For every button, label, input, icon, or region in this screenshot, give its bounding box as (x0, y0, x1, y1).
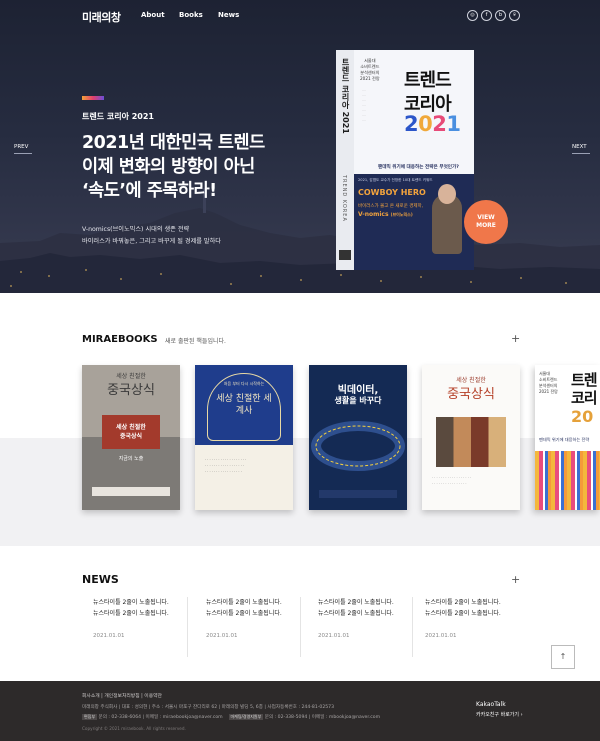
book-cowboy: COWBOY HERO (358, 188, 426, 197)
book-year: 2021 (404, 112, 461, 136)
book-sub-text: 지금의 노출 (118, 456, 144, 462)
footer-links[interactable]: 회사소개 | 개인정보처리방침 | 이용약관 (82, 692, 162, 699)
book-sub-title: 코리 (571, 389, 598, 407)
big-data-ring-graphic (311, 421, 405, 471)
book-sub-text: 팬데믹 위기에 대응하는 전략 (539, 437, 590, 442)
divider (412, 597, 413, 657)
book-sub-title: 생활을 바꾸다 (334, 396, 382, 405)
contact-info: 편집부 문의 : 02-338-6064 | 이메일 : miraebookjo… (82, 714, 380, 720)
headline-line: ‘속도’에 주목하라! (82, 181, 217, 201)
view-more-label-2: MORE (476, 222, 496, 229)
contact-line: 문의 : 02-338-5094 | 이메일 : mbookjoa@naver.… (264, 715, 381, 720)
hero-banner: 미래의창 About Books News ◎ f b ⌾ PREV NEXT … (0, 0, 600, 293)
kakaotalk-link[interactable]: 카카오친구 바로가기 › (476, 711, 523, 718)
blog-icon[interactable]: b (495, 10, 506, 21)
headline-line: 이제 변화의 방향이 아닌 (82, 157, 255, 177)
desc-line: V-nomics(브이노믹스) 시대의 생존 전략 (82, 226, 190, 233)
view-more-label-1: VIEW (477, 214, 495, 221)
news-item[interactable]: 뉴스타이틀 2줄이 노출됩니다. 뉴스타이틀 2줄이 노출됩니다. 2021.0… (425, 597, 535, 639)
featured-book-cover[interactable]: 트렌드 코리아 2021 TREND KOREA 서울대 소비트렌드 분석센터의… (336, 50, 474, 270)
hero-kicker: 트렌드 코리아 2021 (82, 112, 154, 121)
book-main-title: 중국상식 (447, 387, 495, 402)
location-icon[interactable]: ⌾ (509, 10, 520, 21)
next-slide-button[interactable]: NEXT (572, 144, 590, 154)
book-card[interactable]: 빅데이터, 생활을 바꾸다 (309, 365, 407, 510)
desc-line: 바이러스가 바꿔놓은, 그리고 바꾸게 될 경제를 말하다 (82, 238, 222, 245)
book-card[interactable]: 세상 친절한 중국상식 · · · · · · · · · · · · · · … (422, 365, 520, 510)
nav-about[interactable]: About (141, 11, 165, 19)
book-vnomics-paren: (브이노믹스) (390, 212, 413, 217)
divider (187, 597, 188, 657)
footer: 회사소개 | 개인정보처리방침 | 이용약관 미래의창 주식회사 | 대표 : … (0, 681, 600, 741)
view-more-button[interactable]: VIEW MORE (464, 200, 508, 244)
top-navigation: 미래의창 About Books News ◎ f b ⌾ (0, 0, 600, 32)
book-main-title: 빅데이터, (337, 385, 379, 396)
dept-tag: 편집부 (82, 714, 98, 720)
book-spine: 트렌드 코리아 2021 TREND KOREA (336, 50, 354, 270)
news-more-plus-icon[interactable]: + (511, 573, 520, 586)
copyright: Copyright © 2021 miraebook. All rights r… (82, 726, 186, 731)
headline-line: 2021년 대한민국 트렌드 (82, 133, 265, 153)
miraebooks-title: MIRAEBOOKS (82, 334, 158, 345)
news-date: 2021.01.01 (425, 633, 457, 639)
book-front: 서울대 소비트렌드 분석센터의 2021 전망 ···· ···· ···· ····… (354, 50, 474, 270)
news-title-line: 뉴스타이틀 2줄이 노출됩니다. (425, 610, 501, 617)
miraebooks-subtitle: 새로 출판된 책들입니다. (165, 338, 226, 345)
spine-brand: TREND KOREA (341, 175, 347, 222)
nav-news[interactable]: News (218, 11, 239, 19)
book-main-title: 중국상식 (107, 383, 155, 398)
book-vnomics-text: 바이러스가 몰고 온 새로운 경제학, (358, 204, 424, 209)
book-card[interactable]: 세상 친절한 중국상식 세상 친절한 중국상식 지금의 노출 (82, 365, 180, 510)
company-info: 미래의창 주식회사 | 대표 : 성의현 | 주소 : 서울시 마포구 잔다리로… (82, 705, 335, 710)
author-face (438, 184, 456, 204)
prev-slide-button[interactable]: PREV (14, 144, 33, 154)
book-inner-top: 세상 친절한 (116, 424, 146, 431)
accent-bar (82, 96, 104, 100)
spine-title: 트렌드 코리아 2021 (341, 58, 350, 134)
book-card[interactable]: 서울대 소비트렌드 분석센터의 2021 전망 트렌 코리 20 팬데믹 위기에 대응… (535, 365, 600, 510)
divider (300, 597, 301, 657)
nav-books[interactable]: Books (179, 11, 203, 19)
book-main-title: 세상 친절한 세계사 (216, 394, 272, 416)
kakaotalk-logo: KakaoTalk (476, 701, 506, 708)
book-title-1: 트렌드 (404, 70, 452, 91)
hero-description: V-nomics(브이노믹스) 시대의 생존 전략 바이러스가 바꿔놓은, 그리… (82, 224, 221, 248)
scroll-top-button[interactable]: ↑ (551, 645, 575, 669)
book-inner-title: 중국상식 (119, 433, 143, 440)
book-vnomics-label: V-nomics (358, 211, 389, 218)
book-subtitle: 팬데믹 위기에 대응하는 전략은 무엇인가? (378, 165, 459, 170)
facebook-icon[interactable]: f (481, 10, 492, 21)
dept-tag: 마케팅/경영지원부 (228, 714, 264, 720)
instagram-icon[interactable]: ◎ (467, 10, 478, 21)
news-title-line: 뉴스타이틀 2줄이 노출됩니다. (425, 599, 501, 606)
book-vnomics: V-nomics (브이노믹스) (358, 211, 413, 218)
book-lower-panel: 2021, 감염도 교수가 전망한 10대 트렌드 키워드 COWBOY HER… (354, 174, 474, 270)
logo[interactable]: 미래의창 (82, 9, 121, 25)
hero-headline: 2021년 대한민국 트렌드 이제 변화의 방향이 아닌 ‘속도’에 주목하라! (82, 131, 312, 203)
news-title: NEWS (82, 573, 119, 586)
book-top-text: 처음 부터 다시 시작하는 (223, 381, 265, 386)
book-small-text: 2021, 감염도 교수가 전망한 10대 트렌드 키워드 (358, 178, 433, 182)
miraebooks-more-plus-icon[interactable]: + (511, 332, 520, 345)
book-authors: 서울대 소비트렌드 분석센터의 2021 전망 (360, 58, 380, 81)
contact-line: 문의 : 02-338-6064 | 이메일 : miraebookjoa@na… (98, 715, 223, 720)
book-year: 20 (571, 407, 594, 426)
book-card[interactable]: 처음 부터 다시 시작하는 세상 친절한 세계사 · · · · · · · ·… (195, 365, 293, 510)
